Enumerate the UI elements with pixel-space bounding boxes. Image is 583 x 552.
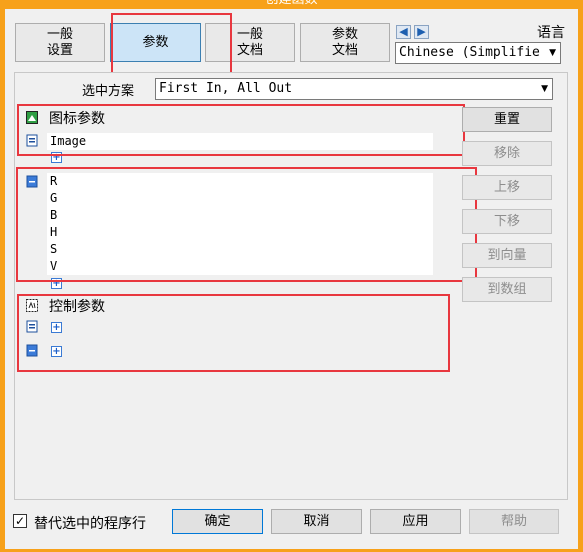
- replace-lines-checkbox[interactable]: ✓: [13, 514, 27, 528]
- tab-label: 设置: [46, 42, 73, 58]
- add-icon[interactable]: +: [51, 346, 62, 357]
- remove-button[interactable]: 移除: [462, 141, 552, 166]
- add-icon[interactable]: +: [51, 278, 62, 289]
- tab-label: 文档: [331, 42, 358, 58]
- list-item[interactable]: R: [47, 173, 433, 190]
- cancel-button[interactable]: 取消: [271, 509, 362, 534]
- parameter-icon: [26, 134, 38, 147]
- control-parameters-label: 控制参数: [49, 299, 105, 315]
- list-item[interactable]: H: [47, 224, 433, 241]
- list-item[interactable]: S: [47, 241, 433, 258]
- arrow-left-icon: ◀: [399, 25, 408, 38]
- list-item[interactable]: G: [47, 190, 433, 207]
- chevron-down-icon: ▼: [541, 84, 548, 94]
- move-down-button[interactable]: 下移: [462, 209, 552, 234]
- window-frame-left: [0, 9, 5, 552]
- reset-button[interactable]: 重置: [462, 107, 552, 132]
- apply-button[interactable]: 应用: [370, 509, 461, 534]
- language-value: Chinese (Simplifie: [399, 45, 540, 60]
- arrow-right-icon: ▶: [417, 25, 426, 38]
- next-language-button[interactable]: ▶: [414, 25, 429, 39]
- tab-parameters[interactable]: 参数: [110, 23, 201, 62]
- help-button[interactable]: 帮助: [469, 509, 559, 534]
- scheme-select[interactable]: First In, All Out ▼: [155, 78, 553, 100]
- parameter-group-icon: [26, 175, 38, 188]
- check-icon: ✓: [14, 514, 26, 528]
- chevron-down-icon: ▼: [549, 48, 556, 58]
- params-list[interactable]: R G B H S V: [47, 173, 433, 275]
- add-icon[interactable]: +: [51, 152, 62, 163]
- prev-language-button[interactable]: ◀: [396, 25, 411, 39]
- move-up-button[interactable]: 上移: [462, 175, 552, 200]
- tab-label: 参数: [331, 26, 358, 42]
- list-item[interactable]: Image: [47, 133, 433, 150]
- tab-label: 参数: [142, 34, 169, 50]
- language-label: 语言: [537, 25, 565, 41]
- scheme-value: First In, All Out: [159, 81, 293, 96]
- tab-general-docs[interactable]: 一般 文档: [205, 23, 295, 62]
- to-vector-button[interactable]: 到向量: [462, 243, 552, 268]
- icon-parameters-icon: [26, 111, 38, 124]
- control-parameters-icon: [26, 299, 38, 312]
- ok-button[interactable]: 确定: [172, 509, 263, 534]
- scheme-label: 选中方案: [82, 84, 135, 99]
- list-item[interactable]: B: [47, 207, 433, 224]
- to-array-button[interactable]: 到数组: [462, 277, 552, 302]
- list-item[interactable]: V: [47, 258, 433, 275]
- add-icon[interactable]: +: [51, 322, 62, 333]
- tab-parameter-docs[interactable]: 参数 文档: [300, 23, 390, 62]
- language-select[interactable]: Chinese (Simplifie ▼: [395, 42, 561, 64]
- window-title: 创建函数: [0, 0, 583, 9]
- parameter-group-icon: [26, 344, 38, 357]
- parameter-icon: [26, 320, 38, 333]
- tab-label: 一般: [46, 26, 73, 42]
- title-bar: 创建函数: [0, 0, 583, 9]
- icon-parameters-label: 图标参数: [49, 111, 105, 127]
- tab-label: 文档: [236, 42, 263, 58]
- window-frame-right: [578, 9, 583, 552]
- replace-lines-label[interactable]: 替代选中的程序行: [34, 513, 146, 533]
- tab-label: 一般: [236, 26, 263, 42]
- tab-general-settings[interactable]: 一般 设置: [15, 23, 105, 62]
- icon-params-list[interactable]: Image: [47, 133, 433, 150]
